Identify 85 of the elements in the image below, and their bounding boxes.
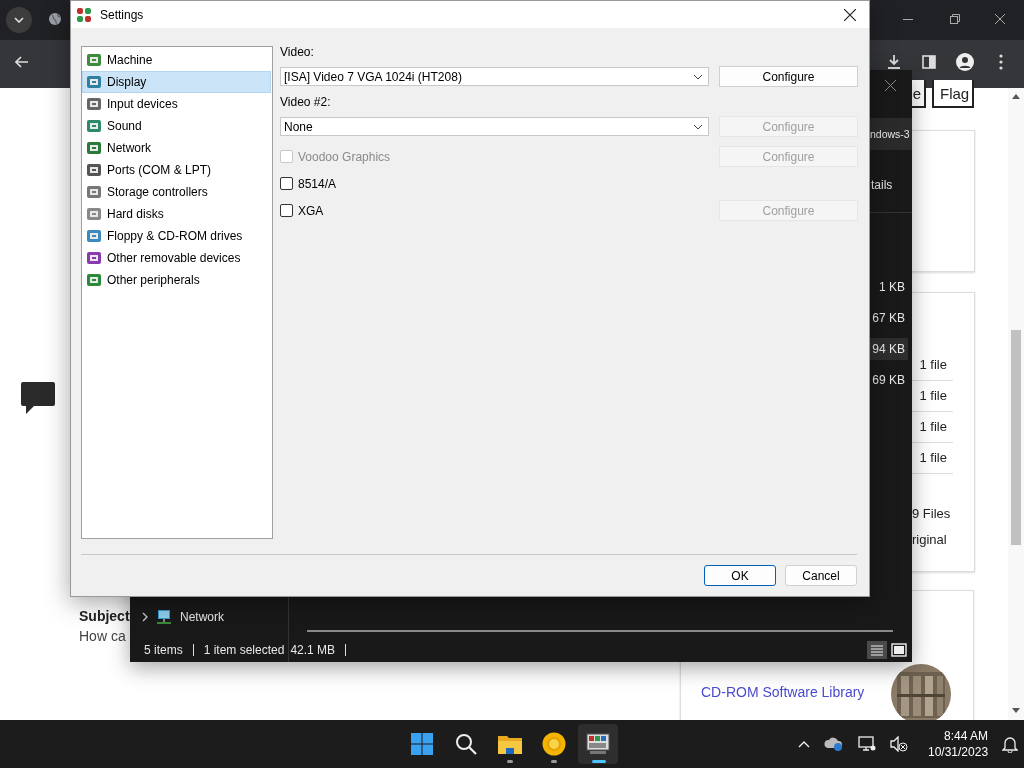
review-subject: Subject <box>79 608 130 624</box>
scrollbar[interactable] <box>1008 88 1024 720</box>
network-icon <box>156 609 172 625</box>
cancel-button[interactable]: Cancel <box>785 565 857 586</box>
windows-icon <box>411 733 433 755</box>
window-title: Settings <box>100 7 145 22</box>
monitor-icon[interactable] <box>858 736 876 752</box>
restore-icon[interactable] <box>950 14 960 24</box>
original-link[interactable]: riginal <box>912 532 947 547</box>
ok-button[interactable]: OK <box>704 565 776 586</box>
speaker-muted-icon[interactable] <box>890 736 908 752</box>
category-item[interactable]: Sound <box>82 115 271 137</box>
scrollbar[interactable] <box>307 630 893 632</box>
folder-icon <box>498 734 522 754</box>
details-button[interactable]: tails <box>871 178 893 192</box>
chevron-down-icon <box>693 73 703 80</box>
comment-icon[interactable] <box>20 381 56 415</box>
device-icon <box>86 140 102 156</box>
chevron-up-icon[interactable] <box>798 740 810 748</box>
field-label: Video #2: <box>280 95 332 110</box>
clock-time[interactable]: 8:44 AM <box>944 728 989 744</box>
device-icon <box>86 162 102 178</box>
ring-icon <box>542 732 566 756</box>
device-icon <box>86 118 102 134</box>
taskbar-app[interactable] <box>578 724 618 764</box>
category-item[interactable]: Input devices <box>82 93 271 115</box>
download-icon[interactable] <box>886 54 902 70</box>
scroll-thumb[interactable] <box>1011 330 1021 545</box>
device-icon <box>86 184 102 200</box>
cloud-icon[interactable] <box>824 736 844 752</box>
menu-icon[interactable] <box>999 54 1003 70</box>
review-text: How ca <box>79 628 126 644</box>
clock-date[interactable]: 10/31/2023 <box>928 744 989 760</box>
chevron-down-icon <box>14 17 24 23</box>
app-icon <box>586 733 610 755</box>
close-icon[interactable] <box>995 14 1005 24</box>
globe-icon[interactable] <box>48 12 62 26</box>
field-label: Video: <box>280 45 315 60</box>
file-total: 9 Files <box>912 506 951 521</box>
checkbox[interactable]: XGA <box>280 203 324 218</box>
scroll-down-icon[interactable] <box>1012 708 1020 713</box>
sidebar-icon[interactable] <box>922 55 936 69</box>
tab-search-button[interactable] <box>6 7 32 33</box>
file-size: 67 KB <box>871 310 906 327</box>
dropdown[interactable]: None <box>280 117 709 136</box>
category-item[interactable]: Network <box>82 137 271 159</box>
file-size: 94 KB <box>869 338 908 360</box>
bell-icon[interactable] <box>1002 735 1019 753</box>
page-button[interactable]: e <box>912 80 926 108</box>
file-size: 1 KB <box>878 279 906 296</box>
category-item[interactable]: Floppy & CD-ROM drives <box>82 225 271 247</box>
flag-button[interactable]: Flag <box>932 80 974 108</box>
selection-size: 42.1 MB <box>290 643 336 657</box>
chevron-right-icon[interactable] <box>142 612 148 622</box>
category-item[interactable]: Other peripherals <box>82 269 271 291</box>
chevron-down-icon <box>693 123 703 130</box>
search-icon <box>455 733 477 755</box>
configure-button[interactable]: Configure <box>719 66 858 87</box>
app-icon <box>76 6 92 23</box>
device-icon <box>86 250 102 266</box>
device-icon <box>86 96 102 112</box>
category-item[interactable]: Ports (COM & LPT) <box>82 159 271 181</box>
dropdown[interactable]: [ISA] Video 7 VGA 1024i (HT208) <box>280 67 709 86</box>
folder-tab[interactable]: ndows-3 <box>870 118 912 150</box>
nav-item[interactable]: Network <box>180 610 224 624</box>
device-icon <box>86 206 102 222</box>
category-item[interactable]: Hard disks <box>82 203 271 225</box>
library-link[interactable]: CD-ROM Software Library <box>701 684 865 700</box>
category-item[interactable]: Machine <box>82 49 271 71</box>
category-item[interactable]: Storage controllers <box>82 181 271 203</box>
checkbox[interactable]: 8514/A <box>280 176 337 191</box>
profile-icon[interactable] <box>956 53 974 71</box>
device-icon <box>86 52 102 68</box>
minimize-icon[interactable] <box>903 19 913 21</box>
scroll-up-icon[interactable] <box>1012 94 1020 99</box>
close-icon[interactable] <box>844 8 856 21</box>
item-count: 5 items <box>144 643 183 657</box>
preview-view-icon[interactable] <box>891 643 907 657</box>
back-arrow-icon[interactable] <box>15 56 29 68</box>
category-item[interactable]: Other removable devices <box>82 247 271 269</box>
selection-info: 1 item selected <box>203 643 285 657</box>
device-icon <box>86 228 102 244</box>
device-icon <box>86 74 102 90</box>
category-item[interactable]: Display <box>82 71 271 93</box>
device-icon <box>86 272 102 288</box>
